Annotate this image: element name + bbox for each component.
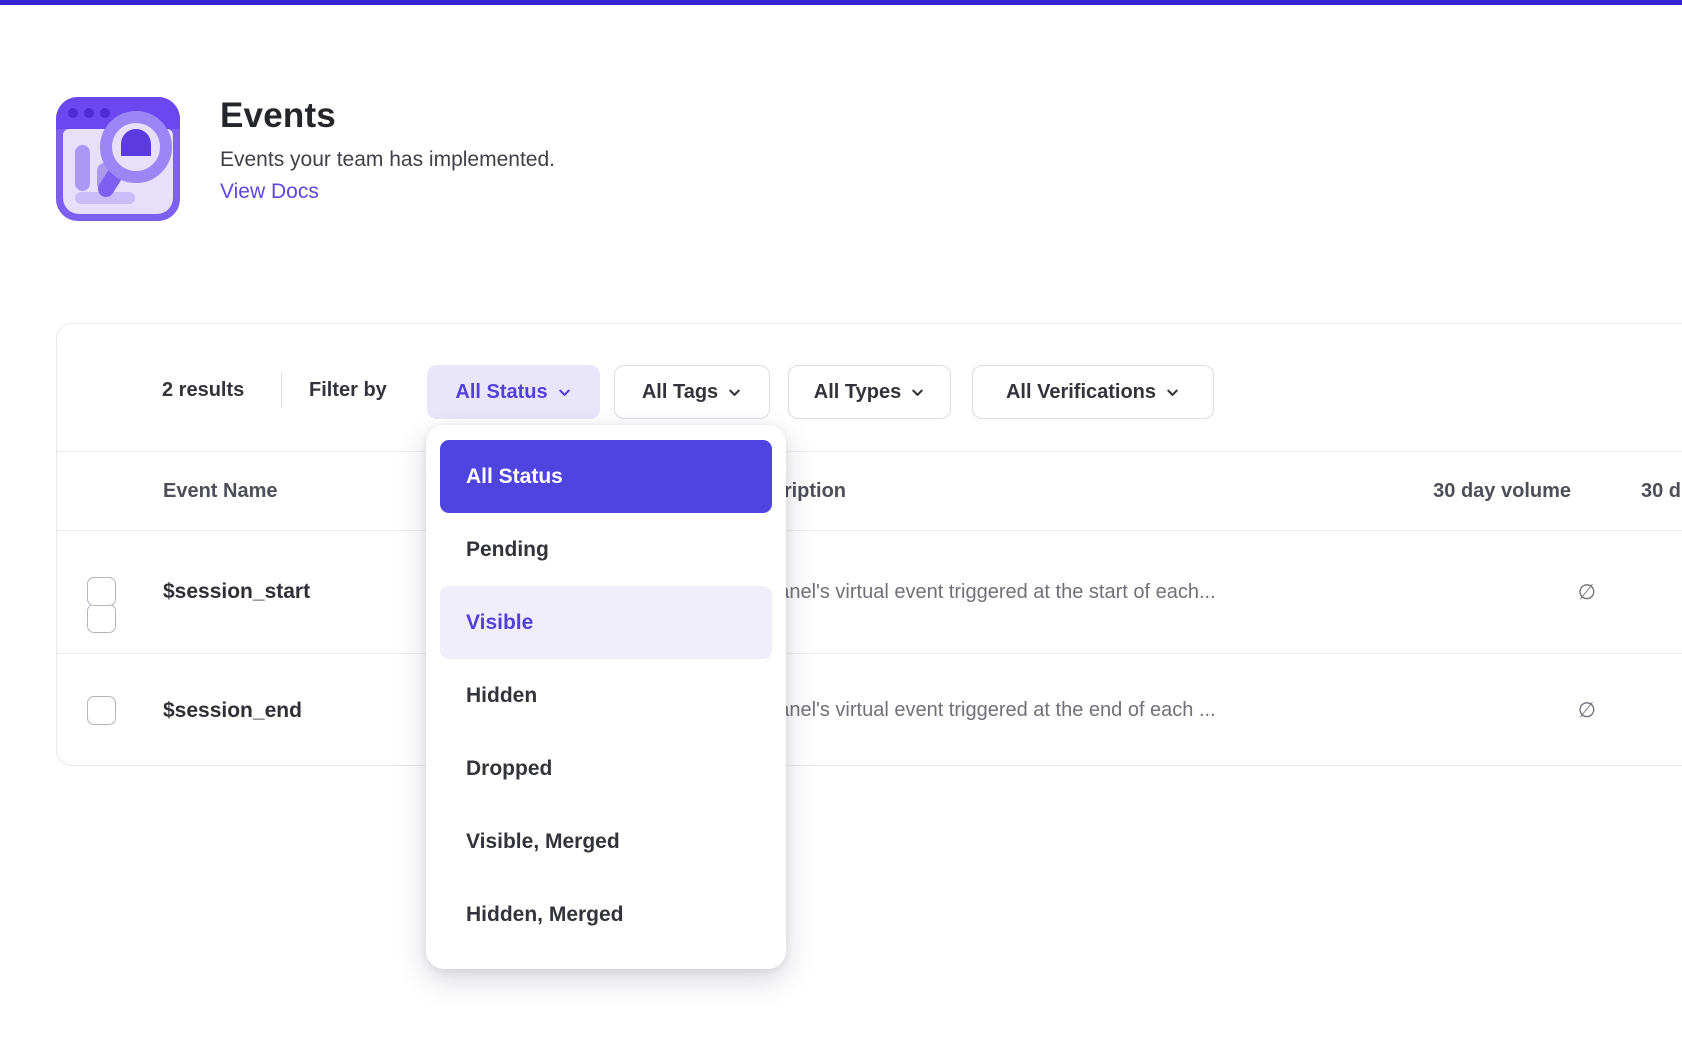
chevron-down-icon <box>1165 385 1180 400</box>
table-row[interactable]: $session_start Mixpanel's virtual event … <box>57 530 1682 653</box>
status-dropdown-menu: All Status Pending Visible Hidden Droppe… <box>426 425 786 969</box>
event-volume: ∅ <box>1357 531 1596 653</box>
filter-all-verifications[interactable]: All Verifications <box>972 365 1214 419</box>
page-title: Events <box>220 96 555 136</box>
event-description: Mixpanel's virtual event triggered at th… <box>736 654 1216 767</box>
event-volume: ∅ <box>1357 654 1596 767</box>
dropdown-item-hidden[interactable]: Hidden <box>440 659 772 732</box>
page-subtitle: Events your team has implemented. <box>220 148 555 172</box>
filter-label: All Verifications <box>1006 381 1156 404</box>
event-name[interactable]: $session_start <box>163 531 310 653</box>
progress-bar <box>0 0 1682 5</box>
row-checkbox[interactable] <box>87 696 116 725</box>
events-card: 2 results Filter by All Status All Tags … <box>56 323 1682 766</box>
events-app-icon <box>56 97 180 221</box>
row-checkbox[interactable] <box>87 577 116 606</box>
filter-label: All Tags <box>642 381 718 404</box>
column-30-day-volume[interactable]: 30 day volume <box>1257 452 1571 530</box>
events-page: Events Events your team has implemented.… <box>0 0 1682 1046</box>
column-event-name[interactable]: Event Name <box>163 452 278 530</box>
dropdown-item-visible[interactable]: Visible <box>440 586 772 659</box>
view-docs-link[interactable]: View Docs <box>220 180 319 204</box>
table-row[interactable]: $session_end Mixpanel's virtual event tr… <box>57 653 1682 767</box>
filter-by-label: Filter by <box>309 379 387 402</box>
filter-all-types[interactable]: All Types <box>788 365 951 419</box>
table-header: Event Name Description 30 day volume 30 … <box>57 452 1682 530</box>
dropdown-item-dropped[interactable]: Dropped <box>440 732 772 805</box>
chevron-down-icon <box>910 385 925 400</box>
filter-label: All Status <box>455 381 547 404</box>
dropdown-item-all-status[interactable]: All Status <box>440 440 772 513</box>
results-count: 2 results <box>162 379 244 402</box>
chevron-down-icon <box>557 385 572 400</box>
filter-label: All Types <box>814 381 901 404</box>
toolbar-divider <box>281 372 282 408</box>
chevron-down-icon <box>727 385 742 400</box>
dropdown-item-pending[interactable]: Pending <box>440 513 772 586</box>
event-name[interactable]: $session_end <box>163 654 302 767</box>
dropdown-item-visible-merged[interactable]: Visible, Merged <box>440 805 772 878</box>
filter-all-tags[interactable]: All Tags <box>614 365 770 419</box>
filter-all-status[interactable]: All Status <box>427 365 600 419</box>
event-description: Mixpanel's virtual event triggered at th… <box>736 531 1216 653</box>
column-30-day-truncated[interactable]: 30 d <box>1641 452 1681 530</box>
dropdown-item-hidden-merged[interactable]: Hidden, Merged <box>440 878 772 951</box>
magnifier-icon <box>92 103 178 207</box>
